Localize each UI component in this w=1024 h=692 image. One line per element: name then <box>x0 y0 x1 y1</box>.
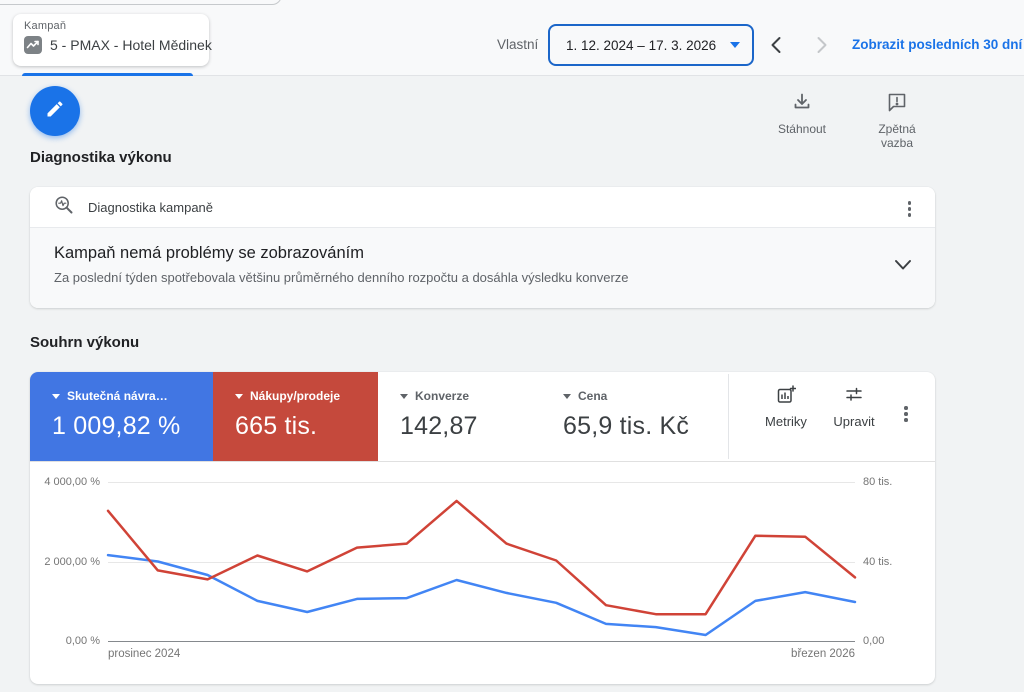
campaign-chip[interactable]: Kampaň 5 - PMAX - Hotel Mědinek <box>13 14 209 66</box>
diagnostics-overflow-menu-button[interactable] <box>904 197 916 221</box>
metric-card-roas[interactable]: Skutečná návra… 1 009,82 % <box>30 372 213 461</box>
diagnostics-card: Diagnostika kampaně Kampaň nemá problémy… <box>30 187 935 308</box>
download-button[interactable]: Stáhnout <box>765 92 839 136</box>
y-axis-right-tick: 0,00 <box>863 635 884 647</box>
active-tab-indicator <box>22 73 193 76</box>
performance-summary-card: Skutečná návra… 1 009,82 % Nákupy/prodej… <box>30 372 935 684</box>
chart-overflow-menu-button[interactable] <box>900 402 912 426</box>
chevron-down-icon[interactable] <box>893 258 913 277</box>
diagnostics-card-title: Diagnostika kampaně <box>88 200 213 215</box>
next-period-button[interactable] <box>810 34 832 56</box>
x-axis-end-label: březen 2026 <box>775 648 855 660</box>
metrics-button-label: Metriky <box>754 414 818 429</box>
metric-value: 142,87 <box>400 412 531 441</box>
metric-card-conversions[interactable]: Konverze 142,87 <box>378 372 541 461</box>
metric-label: Cena <box>578 389 607 403</box>
diagnostics-section-title: Diagnostika výkonu <box>30 149 172 166</box>
edit-campaign-button[interactable] <box>30 86 80 136</box>
diagnostics-status-detail: Za poslední týden spotřebovala většinu p… <box>54 270 875 285</box>
campaign-name: 5 - PMAX - Hotel Mědinek <box>50 37 212 53</box>
metric-row: Skutečná návra… 1 009,82 % Nákupy/prodej… <box>30 372 935 462</box>
metric-card-purchases[interactable]: Nákupy/prodeje 665 tis. <box>213 372 378 461</box>
tune-sliders-icon <box>844 392 864 409</box>
date-range-value: 1. 12. 2024 – 17. 3. 2026 <box>566 38 724 53</box>
feedback-label-line1: Zpětná <box>860 122 934 136</box>
date-range-picker[interactable]: 1. 12. 2024 – 17. 3. 2026 <box>548 24 754 66</box>
y-axis-left-tick: 0,00 % <box>34 635 100 647</box>
edit-button-label: Upravit <box>822 414 886 429</box>
metric-value: 65,9 tis. Kč <box>563 412 718 441</box>
add-metrics-icon <box>776 392 796 409</box>
metric-dropdown-icon <box>52 394 60 399</box>
show-last-30-days-link[interactable]: Zobrazit posledních 30 dní <box>852 37 1022 52</box>
metric-divider <box>728 374 729 459</box>
metric-label: Nákupy/prodeje <box>250 389 340 403</box>
gridline-middle <box>108 562 855 563</box>
download-label: Stáhnout <box>765 122 839 136</box>
feedback-label-line2: vazba <box>860 136 934 150</box>
campaign-chip-label: Kampaň <box>24 20 198 33</box>
metrics-button[interactable]: Metriky <box>754 385 818 429</box>
gridline-top <box>108 482 855 483</box>
toolbar-remnant <box>0 0 282 5</box>
summary-section-title: Souhrn výkonu <box>30 334 139 351</box>
date-range-type-label: Vlastní <box>497 37 538 52</box>
performance-chart-icon <box>24 36 42 54</box>
caret-down-icon <box>730 42 740 48</box>
metric-label: Konverze <box>415 389 469 403</box>
feedback-icon <box>887 99 907 116</box>
y-axis-left-tick: 4 000,00 % <box>34 476 100 488</box>
y-axis-left-tick: 2 000,00 % <box>34 556 100 568</box>
feedback-button[interactable]: Zpětná vazba <box>860 92 934 150</box>
google-ads-performance-page: Kampaň 5 - PMAX - Hotel Mědinek Vlastní … <box>0 0 1024 692</box>
metric-card-cost[interactable]: Cena 65,9 tis. Kč <box>541 372 728 461</box>
metric-dropdown-icon <box>400 394 408 399</box>
pencil-icon <box>45 99 65 124</box>
metric-dropdown-icon <box>563 394 571 399</box>
header-bar: Kampaň 5 - PMAX - Hotel Mědinek Vlastní … <box>0 0 1024 76</box>
metric-dropdown-icon <box>235 394 243 399</box>
diagnostics-card-header: Diagnostika kampaně <box>30 187 935 228</box>
metric-value: 665 tis. <box>235 412 368 441</box>
edit-chart-button[interactable]: Upravit <box>822 385 886 429</box>
y-axis-right-tick: 40 tis. <box>863 556 892 568</box>
previous-period-button[interactable] <box>766 34 788 56</box>
diagnostics-status-row[interactable]: Kampaň nemá problémy se zobrazováním Za … <box>30 228 935 308</box>
x-axis-start-label: prosinec 2024 <box>108 648 180 660</box>
x-axis-line <box>108 641 855 642</box>
metric-value: 1 009,82 % <box>52 412 203 441</box>
diagnostics-magnifier-icon <box>54 195 74 220</box>
diagnostics-status-title: Kampaň nemá problémy se zobrazováním <box>54 244 875 263</box>
metric-label: Skutečná návra… <box>67 389 168 403</box>
download-icon <box>792 99 812 116</box>
y-axis-right-tick: 80 tis. <box>863 476 892 488</box>
